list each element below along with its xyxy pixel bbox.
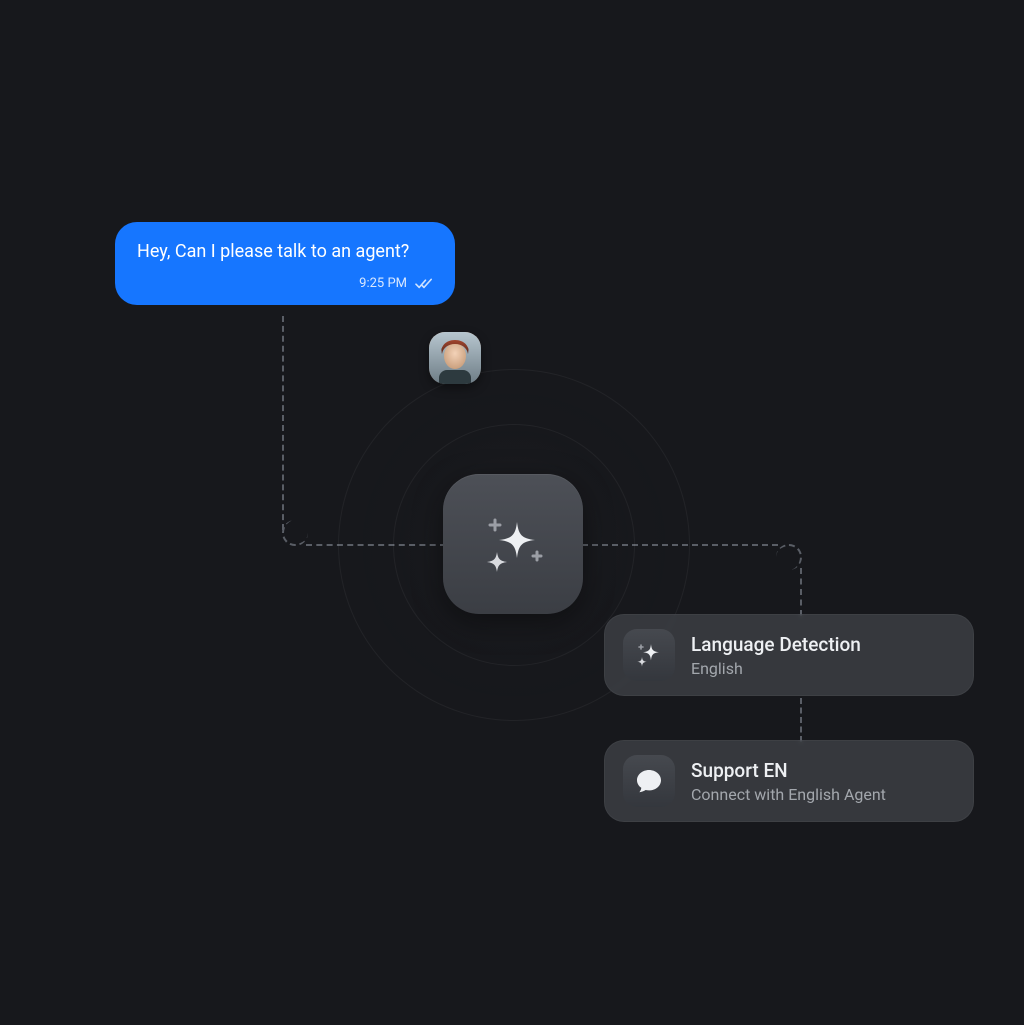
ai-core-node <box>443 474 583 614</box>
connector-segment <box>282 316 284 530</box>
user-avatar <box>429 332 481 384</box>
sparkles-icon <box>471 502 555 586</box>
double-check-icon <box>415 278 433 290</box>
chat-meta: 9:25 PM <box>137 276 433 291</box>
card-title: Support EN <box>691 759 886 783</box>
support-card: Support EN Connect with English Agent <box>604 740 974 822</box>
connector-segment <box>582 544 778 546</box>
connector-corner <box>282 520 308 546</box>
chat-message-text: Hey, Can I please talk to an agent? <box>137 240 433 264</box>
connector-segment <box>800 698 802 742</box>
card-subtitle: English <box>691 659 861 678</box>
sparkles-icon <box>623 629 675 681</box>
connector-corner <box>776 544 802 570</box>
language-detection-card: Language Detection English <box>604 614 974 696</box>
connector-segment <box>306 544 446 546</box>
connector-segment <box>800 568 802 616</box>
card-subtitle: Connect with English Agent <box>691 785 886 804</box>
card-title: Language Detection <box>691 633 861 657</box>
diagram-stage: Hey, Can I please talk to an agent? 9:25… <box>0 0 1024 1025</box>
card-text: Support EN Connect with English Agent <box>691 759 886 804</box>
chat-bubble: Hey, Can I please talk to an agent? 9:25… <box>115 222 455 305</box>
card-text: Language Detection English <box>691 633 861 678</box>
chat-bubble-icon <box>623 755 675 807</box>
chat-timestamp: 9:25 PM <box>359 276 407 291</box>
